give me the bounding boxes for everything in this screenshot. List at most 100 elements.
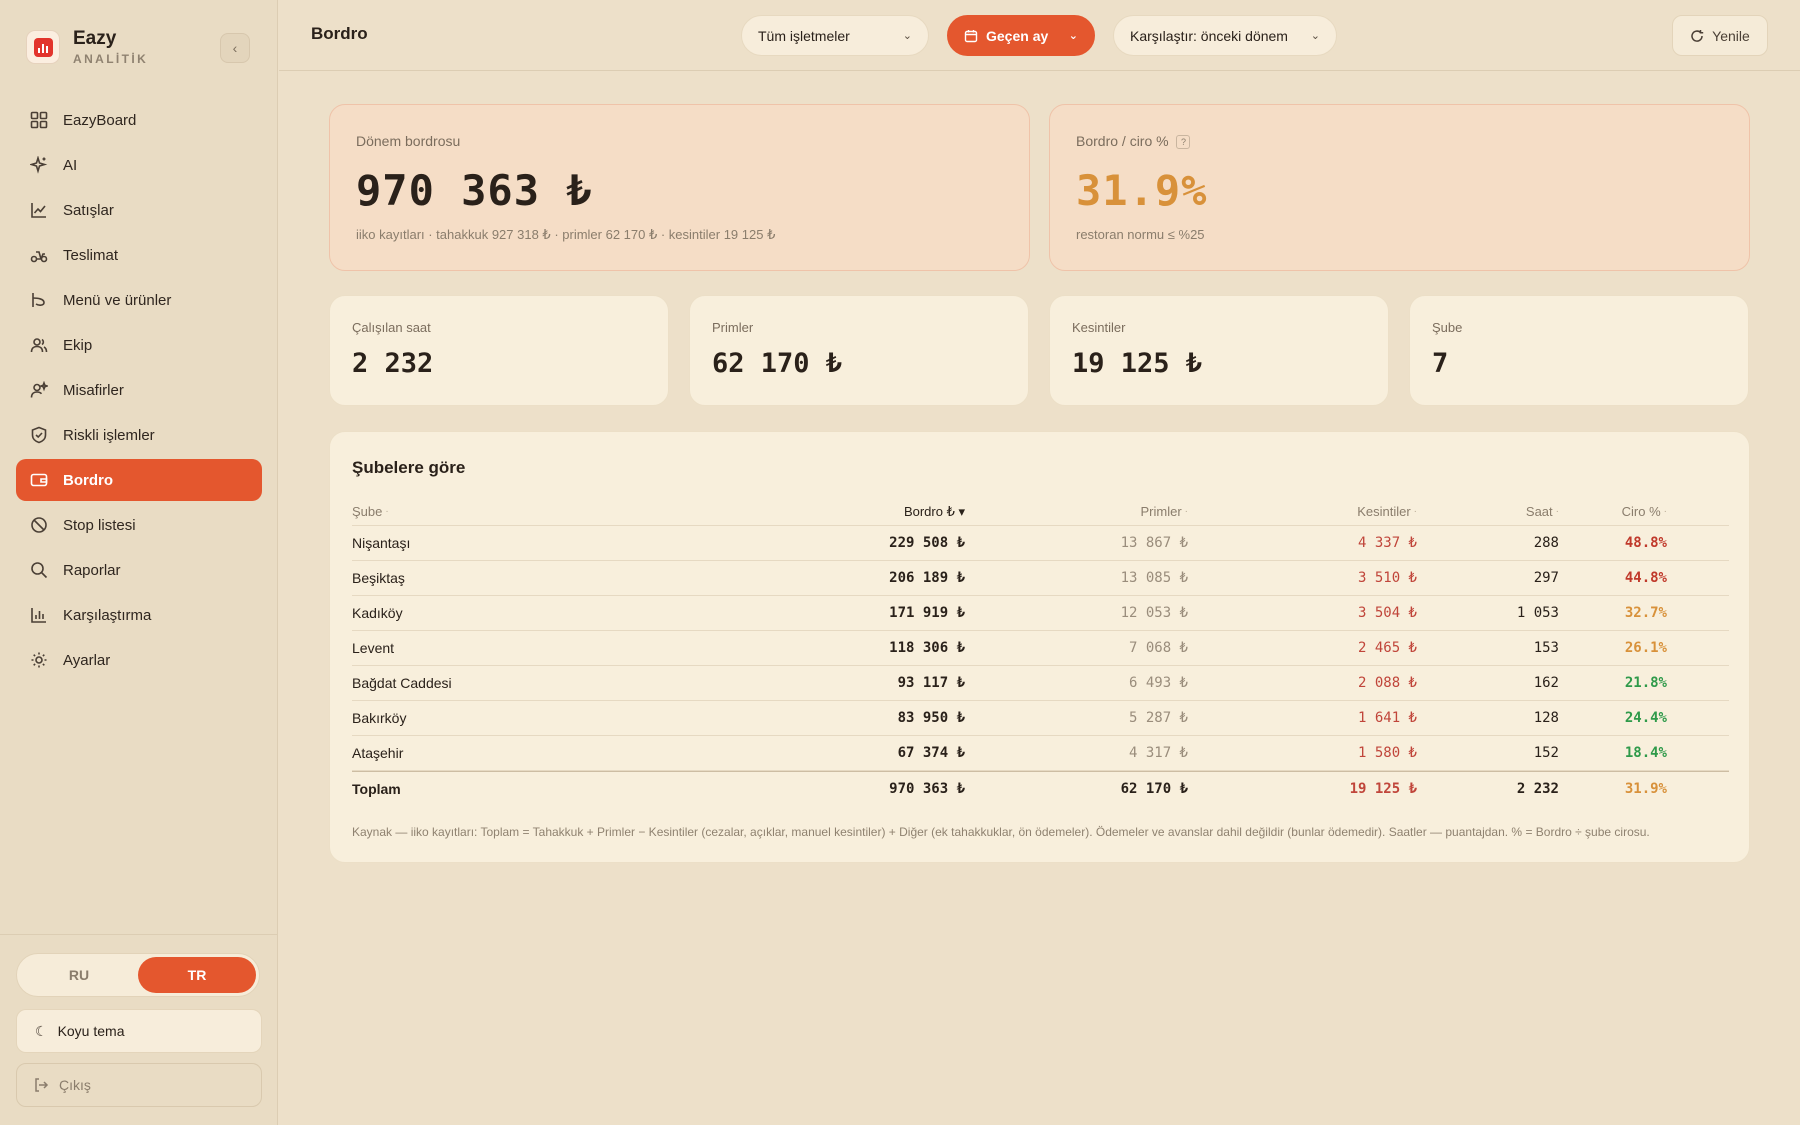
period-payroll-label: Dönem bordrosu (356, 133, 461, 149)
stat-label: Şube (1432, 320, 1463, 335)
cell-deductions: 1 641 ₺ (1357, 710, 1417, 726)
cell-bonus: 6 493 ₺ (1128, 675, 1188, 691)
stat-card-hours: Çalışılan saat 2 232 (329, 295, 669, 406)
sidebar-item-menu[interactable]: Menü ve ürünler (16, 279, 262, 321)
cell-payroll: 206 189 ₺ (889, 570, 965, 586)
sidebar-item-comparison[interactable]: Karşılaştırma (16, 594, 262, 636)
column-header-branch[interactable]: Şube · (352, 498, 389, 525)
cell-ratio: 48.8% (1624, 535, 1667, 551)
period-filter-dropdown[interactable]: Geçen ay ⌄ (947, 15, 1095, 56)
period-filter-value: Geçen ay (986, 27, 1049, 44)
cell-hours: 297 (1533, 570, 1559, 586)
cell-branch: Bakırköy (352, 710, 407, 726)
cell-ratio: 26.1% (1624, 640, 1667, 656)
language-tr-option[interactable]: TR (138, 957, 256, 993)
business-filter-dropdown[interactable]: Tüm işletmeler ⌄ (741, 15, 929, 56)
total-label: Toplam (352, 781, 401, 797)
sidebar-item-reports[interactable]: Raporlar (16, 549, 262, 591)
sparkle-icon (30, 156, 48, 174)
total-bonus: 62 170 ₺ (1120, 781, 1188, 797)
moon-icon: ☾ (35, 1022, 48, 1039)
line-chart-icon (31, 203, 46, 218)
logout-button[interactable]: Çıkış (16, 1063, 262, 1107)
sidebar-item-label: Misafirler (63, 381, 124, 399)
sidebar: Eazy ANALİTİK ‹ EazyBoard AI Satışlar Te… (0, 0, 278, 1125)
compare-filter-dropdown[interactable]: Karşılaştır: önceki dönem ⌄ (1113, 15, 1337, 56)
dark-theme-label: Koyu tema (57, 1023, 125, 1039)
calendar-icon (964, 29, 978, 42)
sidebar-item-stop-list[interactable]: Stop listesi (16, 504, 262, 546)
column-header-ratio[interactable]: Ciro % · (1622, 498, 1667, 525)
refresh-label: Yenile (1712, 27, 1750, 44)
column-header-bonus[interactable]: Primler · (1140, 498, 1188, 525)
total-payroll: 970 363 ₺ (889, 781, 965, 797)
table-row[interactable]: Nişantaşı 229 508 ₺ 13 867 ₺ 4 337 ₺ 288 48.8… (352, 526, 1729, 561)
users-icon (30, 338, 48, 353)
sidebar-item-delivery[interactable]: Teslimat (16, 234, 262, 276)
chevron-down-icon: ⌄ (1068, 30, 1078, 42)
logout-label: Çıkış (59, 1077, 91, 1093)
stat-label: Primler (712, 320, 754, 335)
collapse-sidebar-button[interactable]: ‹ (220, 33, 250, 63)
cell-bonus: 12 053 ₺ (1120, 605, 1188, 621)
cell-hours: 153 (1533, 640, 1559, 656)
stat-card-bonuses: Primler 62 170 ₺ (689, 295, 1029, 406)
sidebar-item-label: EazyBoard (63, 111, 137, 129)
payroll-ratio-value: 31.9% (1076, 166, 1208, 215)
sidebar-item-label: Menü ve ürünler (63, 291, 172, 309)
table-row[interactable]: Kadıköy 171 919 ₺ 12 053 ₺ 3 504 ₺ 1 053 32.7… (352, 596, 1729, 631)
sidebar-item-team[interactable]: Ekip (16, 324, 262, 366)
column-header-hours[interactable]: Saat · (1526, 498, 1559, 525)
table-row[interactable]: Ataşehir 67 374 ₺ 4 317 ₺ 1 580 ₺ 152 18.4% (352, 736, 1729, 771)
brand[interactable]: Eazy ANALİTİK (26, 28, 148, 66)
table-title: Şubelere göre (352, 458, 466, 477)
stat-card-branches: Şube 7 (1409, 295, 1749, 406)
cell-hours: 162 (1533, 675, 1559, 691)
sidebar-item-risky-operations[interactable]: Riskli işlemler (16, 414, 262, 456)
table-row[interactable]: Beşiktaş 206 189 ₺ 13 085 ₺ 3 510 ₺ 297 44.8% (352, 561, 1729, 596)
cell-payroll: 229 508 ₺ (889, 535, 965, 551)
total-ratio: 31.9% (1624, 781, 1667, 797)
sidebar-item-label: Raporlar (63, 561, 121, 579)
shield-icon (31, 426, 47, 444)
sidebar-item-sales[interactable]: Satışlar (16, 189, 262, 231)
total-deductions: 19 125 ₺ (1349, 781, 1417, 797)
refresh-button[interactable]: Yenile (1672, 15, 1768, 56)
payroll-ratio-label-row: Bordro / ciro % ? (1076, 133, 1723, 149)
cell-payroll: 118 306 ₺ (889, 640, 965, 656)
dark-theme-button[interactable]: ☾ Koyu tema (16, 1009, 262, 1053)
cell-branch: Levent (352, 640, 395, 656)
cell-ratio: 18.4% (1624, 745, 1667, 761)
table-row[interactable]: Bağdat Caddesi 93 117 ₺ 6 493 ₺ 2 088 ₺ 162 2… (352, 666, 1729, 701)
sidebar-item-guests[interactable]: Misafirler (16, 369, 262, 411)
sidebar-item-label: Karşılaştırma (63, 606, 152, 624)
cell-hours: 288 (1533, 535, 1559, 551)
column-header-deductions[interactable]: Kesintiler · (1357, 498, 1417, 525)
cell-branch: Beşiktaş (352, 570, 405, 586)
table-row[interactable]: Levent 118 306 ₺ 7 068 ₺ 2 465 ₺ 153 26.1% (352, 631, 1729, 666)
cell-ratio: 32.7% (1624, 605, 1667, 621)
stat-label: Kesintiler (1072, 320, 1126, 335)
cell-hours: 1 053 (1516, 605, 1559, 621)
help-icon[interactable]: ? (1176, 135, 1191, 149)
logout-icon (35, 1078, 49, 1092)
cell-deductions: 1 580 ₺ (1357, 745, 1417, 761)
cell-branch: Ataşehir (352, 745, 404, 761)
cell-ratio: 44.8% (1624, 570, 1667, 586)
sidebar-item-ai[interactable]: AI (16, 144, 262, 186)
period-payroll-breakdown: iiko kayıtları · tahakkuk 927 318 ₺ · pr… (356, 227, 776, 242)
cell-hours: 152 (1533, 745, 1559, 761)
table-row[interactable]: Bakırköy 83 950 ₺ 5 287 ₺ 1 641 ₺ 128 24.4% (352, 701, 1729, 736)
column-header-payroll[interactable]: Bordro ₺ ▾ (904, 498, 965, 525)
scooter-icon (30, 251, 48, 263)
cell-bonus: 4 317 ₺ (1128, 745, 1188, 761)
sidebar-item-payroll[interactable]: Bordro (16, 459, 262, 501)
brand-logo (26, 30, 60, 64)
sidebar-item-settings[interactable]: Ayarlar (16, 639, 262, 681)
compare-filter-value: Karşılaştır: önceki dönem (1130, 27, 1288, 44)
cell-bonus: 13 867 ₺ (1120, 535, 1188, 551)
branch-payroll-table: Şube · Bordro ₺ ▾ Primler · Kesintiler · Sa… (352, 498, 1729, 806)
menu-icon (32, 293, 45, 307)
sidebar-item-eazyboard[interactable]: EazyBoard (16, 99, 262, 141)
language-ru-option[interactable]: RU (20, 957, 138, 993)
